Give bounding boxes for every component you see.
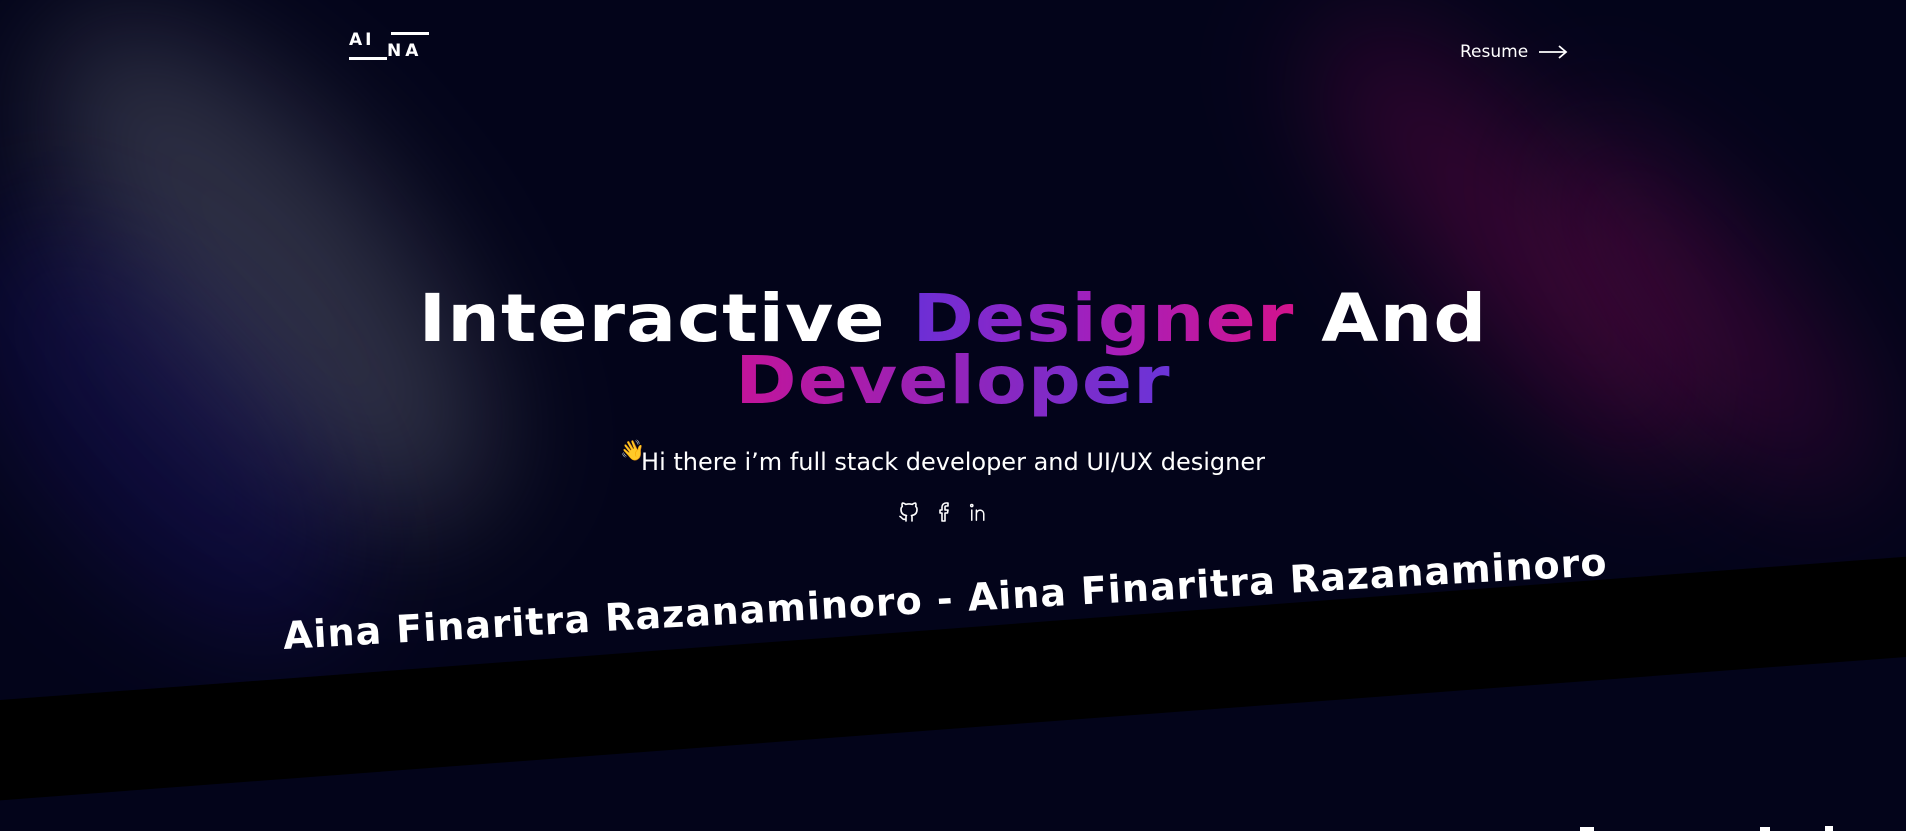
site-logo[interactable]: AI NA	[349, 30, 433, 62]
hero-title-line-2: Developer	[0, 348, 1906, 414]
social-links	[897, 500, 993, 524]
title-word-and: And	[1321, 280, 1488, 357]
resume-label: Resume	[1460, 42, 1529, 62]
hero-title: Interactive Designer And Developer	[0, 286, 1906, 414]
logo-overline	[391, 32, 429, 35]
hero-title-line-1: Interactive Designer And	[0, 286, 1906, 352]
page: AI NA Resume Interactive Designer And De…	[0, 0, 1906, 831]
background-glow-pink	[1268, 0, 1752, 506]
partial-content-marks	[1580, 826, 1833, 831]
linkedin-icon	[969, 503, 985, 522]
logo-underline	[349, 57, 387, 60]
github-link[interactable]	[897, 500, 921, 524]
logo-bottom-text: NA	[387, 41, 423, 61]
title-word-developer: Developer	[735, 342, 1171, 419]
logo-top-text: AI	[349, 30, 375, 50]
facebook-link[interactable]	[933, 500, 957, 524]
linkedin-link[interactable]	[969, 500, 993, 524]
arrow-right-icon	[1539, 45, 1568, 59]
resume-link[interactable]: Resume	[1460, 42, 1568, 62]
facebook-icon	[939, 502, 949, 522]
github-icon	[899, 502, 918, 522]
hero-subtitle: Hi there i’m full stack developer and UI…	[641, 448, 1265, 476]
